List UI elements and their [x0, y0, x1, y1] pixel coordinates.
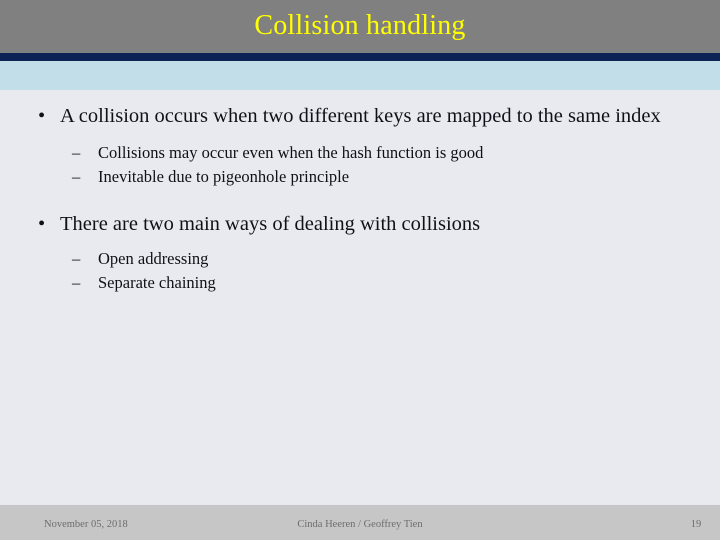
- bullet-item-level1: • A collision occurs when two different …: [0, 103, 720, 130]
- bullet-group-1: • A collision occurs when two different …: [0, 103, 720, 189]
- bullet-group-2: • There are two main ways of dealing wit…: [0, 211, 720, 295]
- bullet-level2-text: Inevitable due to pigeonhole principle: [98, 167, 350, 186]
- footer-authors: Cinda Heeren / Geoffrey Tien: [297, 519, 423, 530]
- bullet-dash-icon: –: [72, 249, 81, 268]
- bullet-dot-icon: •: [38, 213, 46, 235]
- bullet-dash-icon: –: [72, 143, 81, 162]
- sub-bullet-list-2: – Open addressing – Separate chaining: [0, 247, 720, 295]
- bullet-level2-text: Separate chaining: [98, 273, 216, 292]
- bullet-item-level2: – Collisions may occur even when the has…: [0, 141, 720, 165]
- sub-bullet-list-1: – Collisions may occur even when the has…: [0, 141, 720, 189]
- accent-stripe: [0, 53, 720, 61]
- slide-content: • A collision occurs when two different …: [0, 90, 720, 505]
- bullet-item-level1: • There are two main ways of dealing wit…: [0, 211, 720, 238]
- bullet-dash-icon: –: [72, 273, 81, 292]
- bullet-item-level2: – Separate chaining: [0, 271, 720, 295]
- bullet-dot-icon: •: [38, 105, 46, 127]
- bullet-item-level2: – Open addressing: [0, 247, 720, 271]
- sub-header-band: [0, 61, 720, 90]
- bullet-dash-icon: –: [72, 167, 81, 186]
- bullet-level1-text: A collision occurs when two different ke…: [60, 105, 661, 127]
- slide-footer-band: November 05, 2018 Cinda Heeren / Geoffre…: [0, 505, 720, 540]
- bullet-level1-text: There are two main ways of dealing with …: [60, 213, 481, 235]
- bullet-level2-text: Open addressing: [98, 249, 209, 268]
- slide: Collision handling • A collision occurs …: [0, 0, 720, 540]
- page-title: Collision handling: [254, 10, 466, 41]
- footer-page-number: 19: [690, 519, 702, 530]
- bullet-item-level2: – Inevitable due to pigeonhole principle: [0, 165, 720, 189]
- bullet-level2-text: Collisions may occur even when the hash …: [98, 143, 484, 162]
